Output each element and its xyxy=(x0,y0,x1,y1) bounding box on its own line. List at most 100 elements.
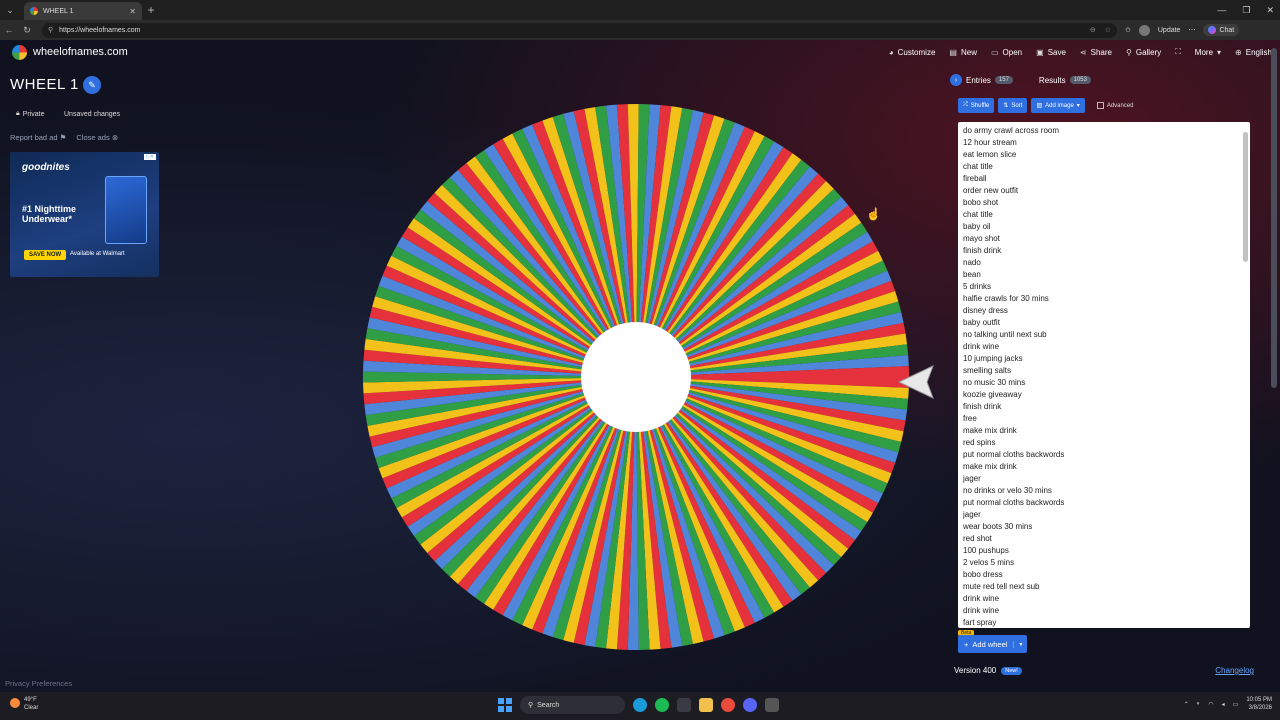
entry-line[interactable]: put normal cloths backwords xyxy=(963,497,1064,509)
entry-line[interactable]: mayo shot xyxy=(963,233,1064,245)
wheel[interactable] xyxy=(361,102,911,652)
page-scroll-thumb[interactable] xyxy=(1271,48,1277,388)
tab-entries[interactable]: › Entries 157 xyxy=(950,74,1013,86)
entry-line[interactable]: 10 jumping jacks xyxy=(963,353,1064,365)
tab-results[interactable]: Results 1053 xyxy=(1039,76,1091,85)
entry-line[interactable]: disney dress xyxy=(963,305,1064,317)
ad-cta-button[interactable]: SAVE NOW xyxy=(24,250,67,260)
entry-line[interactable]: baby oil xyxy=(963,221,1064,233)
minimize-icon[interactable]: — xyxy=(1217,5,1226,15)
entry-line[interactable]: 2 velos 5 mins xyxy=(963,557,1064,569)
entry-line[interactable]: finish drink xyxy=(963,401,1064,413)
tab-search-icon[interactable]: ⌄ xyxy=(0,0,20,20)
chrome-icon[interactable] xyxy=(721,698,735,712)
tray-volume-icon[interactable]: ◂ xyxy=(1222,701,1225,708)
entry-line[interactable]: 5 drinks xyxy=(963,281,1064,293)
obs-icon[interactable] xyxy=(765,698,779,712)
save-button[interactable]: ▣ Save xyxy=(1036,48,1066,57)
tray-app-icon[interactable]: ◐ xyxy=(1197,701,1201,707)
advertisement[interactable]: ▷✕ goodnites #1 Nighttime Underwear* SAV… xyxy=(10,152,159,277)
bookmark-star-icon[interactable]: ☆ xyxy=(1105,26,1111,34)
entry-line[interactable]: drink wine xyxy=(963,593,1064,605)
entry-line[interactable]: fart spray xyxy=(963,617,1064,628)
privacy-preferences-link[interactable]: Privacy Preferences xyxy=(5,679,72,688)
site-info-icon[interactable]: ⚲ xyxy=(48,26,53,34)
profile-avatar[interactable] xyxy=(1138,24,1150,36)
chat-button[interactable]: Chat xyxy=(1203,24,1240,36)
open-button[interactable]: ▭ Open xyxy=(991,48,1022,57)
entry-line[interactable]: red shot xyxy=(963,533,1064,545)
entry-line[interactable]: order new outfit xyxy=(963,185,1064,197)
entry-line[interactable]: koozie giveaway xyxy=(963,389,1064,401)
reload-icon[interactable]: ↻ xyxy=(18,25,36,36)
wheel-center[interactable] xyxy=(581,322,691,432)
entry-line[interactable]: free xyxy=(963,413,1064,425)
entry-line[interactable]: bean xyxy=(963,269,1064,281)
back-icon[interactable]: ← xyxy=(0,25,18,35)
entry-line[interactable]: 100 pushups xyxy=(963,545,1064,557)
entry-line[interactable]: halfie crawls for 30 mins xyxy=(963,293,1064,305)
adchoices-icon[interactable]: ▷✕ xyxy=(143,154,156,160)
entry-line[interactable]: no talking until next sub xyxy=(963,329,1064,341)
page-scrollbar[interactable] xyxy=(1271,48,1277,688)
customize-button[interactable]: ◕ Customize xyxy=(889,48,936,57)
entry-line[interactable]: baby outfit xyxy=(963,317,1064,329)
entry-line[interactable]: bobo dress xyxy=(963,569,1064,581)
entry-line[interactable]: no music 30 mins xyxy=(963,377,1064,389)
advanced-checkbox[interactable]: Advanced xyxy=(1096,102,1134,109)
update-button[interactable]: Update xyxy=(1158,27,1181,34)
favorites-icon[interactable]: ✩ xyxy=(1125,26,1131,34)
new-button[interactable]: ▤ New xyxy=(949,48,977,57)
entry-line[interactable]: wear boots 30 mins xyxy=(963,521,1064,533)
more-button[interactable]: More ▾ xyxy=(1195,48,1221,57)
close-ads-link[interactable]: Close ads ⊗ xyxy=(76,133,118,142)
entry-line[interactable]: chat title xyxy=(963,209,1064,221)
entry-line[interactable]: do army crawl across room xyxy=(963,125,1064,137)
site-name[interactable]: wheelofnames.com xyxy=(33,46,128,58)
new-tab-icon[interactable]: + xyxy=(142,3,160,17)
entry-line[interactable]: fireball xyxy=(963,173,1064,185)
entries-scrollbar[interactable] xyxy=(1243,124,1248,624)
install-app-icon[interactable]: ⊖ xyxy=(1090,26,1096,34)
entries-scroll-thumb[interactable] xyxy=(1243,132,1248,262)
entry-line[interactable]: 12 hour stream xyxy=(963,137,1064,149)
collapse-panel-icon[interactable]: › xyxy=(950,74,962,86)
add-image-button[interactable]: ▨ Add image ▾ xyxy=(1031,98,1085,113)
close-window-icon[interactable]: ✕ xyxy=(1266,5,1274,16)
tray-chevron-icon[interactable]: ⌃ xyxy=(1184,701,1189,708)
report-ad-link[interactable]: Report bad ad ⚑ xyxy=(10,133,66,142)
gallery-button[interactable]: ⚲ Gallery xyxy=(1126,48,1161,57)
url-field[interactable]: ⚲ https://wheelofnames.com ⊖ ☆ xyxy=(42,22,1117,38)
entry-line[interactable]: smelling salts xyxy=(963,365,1064,377)
share-button[interactable]: ⋖ Share xyxy=(1080,48,1112,57)
entry-line[interactable]: make mix drink xyxy=(963,461,1064,473)
browser-menu-icon[interactable]: ⋯ xyxy=(1188,26,1195,34)
changelog-link[interactable]: Changelog xyxy=(1215,666,1254,675)
add-wheel-dropdown-icon[interactable]: ▾ xyxy=(1013,640,1027,648)
maximize-icon[interactable]: ❐ xyxy=(1242,5,1250,16)
entry-line[interactable]: make mix drink xyxy=(963,425,1064,437)
discord-icon[interactable] xyxy=(743,698,757,712)
edge-icon[interactable] xyxy=(633,698,647,712)
weather-widget[interactable]: 49°F Clear xyxy=(10,696,38,712)
fullscreen-button[interactable]: ⛶ xyxy=(1175,47,1181,57)
entry-line[interactable]: finish drink xyxy=(963,245,1064,257)
close-tab-icon[interactable]: ✕ xyxy=(129,7,136,16)
file-explorer-icon[interactable] xyxy=(699,698,713,712)
tray-network-icon[interactable]: ◠ xyxy=(1208,701,1213,708)
entry-line[interactable]: eat lemon slice xyxy=(963,149,1064,161)
taskbar-search[interactable]: ⚲ Search xyxy=(520,696,625,714)
wheel-graphic[interactable] xyxy=(361,102,911,652)
add-wheel-button[interactable]: + Add wheel ▾ xyxy=(958,635,1028,653)
entry-line[interactable]: bobo shot xyxy=(963,197,1064,209)
entries-textarea[interactable]: do army crawl across room 12 hour stream e… xyxy=(958,122,1250,628)
browser-tab[interactable]: WHEEL 1 ✕ xyxy=(24,2,142,20)
entry-line[interactable]: jager xyxy=(963,509,1064,521)
clock[interactable]: 10:05 PM 3/8/2026 xyxy=(1246,696,1272,712)
entry-line[interactable]: red spins xyxy=(963,437,1064,449)
shuffle-button[interactable]: ⤮ Shuffle xyxy=(958,98,995,113)
tray-battery-icon[interactable]: ▭ xyxy=(1233,701,1239,708)
sort-button[interactable]: ⇅ Sort xyxy=(998,98,1028,113)
entry-line[interactable]: put normal cloths backwords xyxy=(963,449,1064,461)
entry-line[interactable]: drink wine xyxy=(963,605,1064,617)
